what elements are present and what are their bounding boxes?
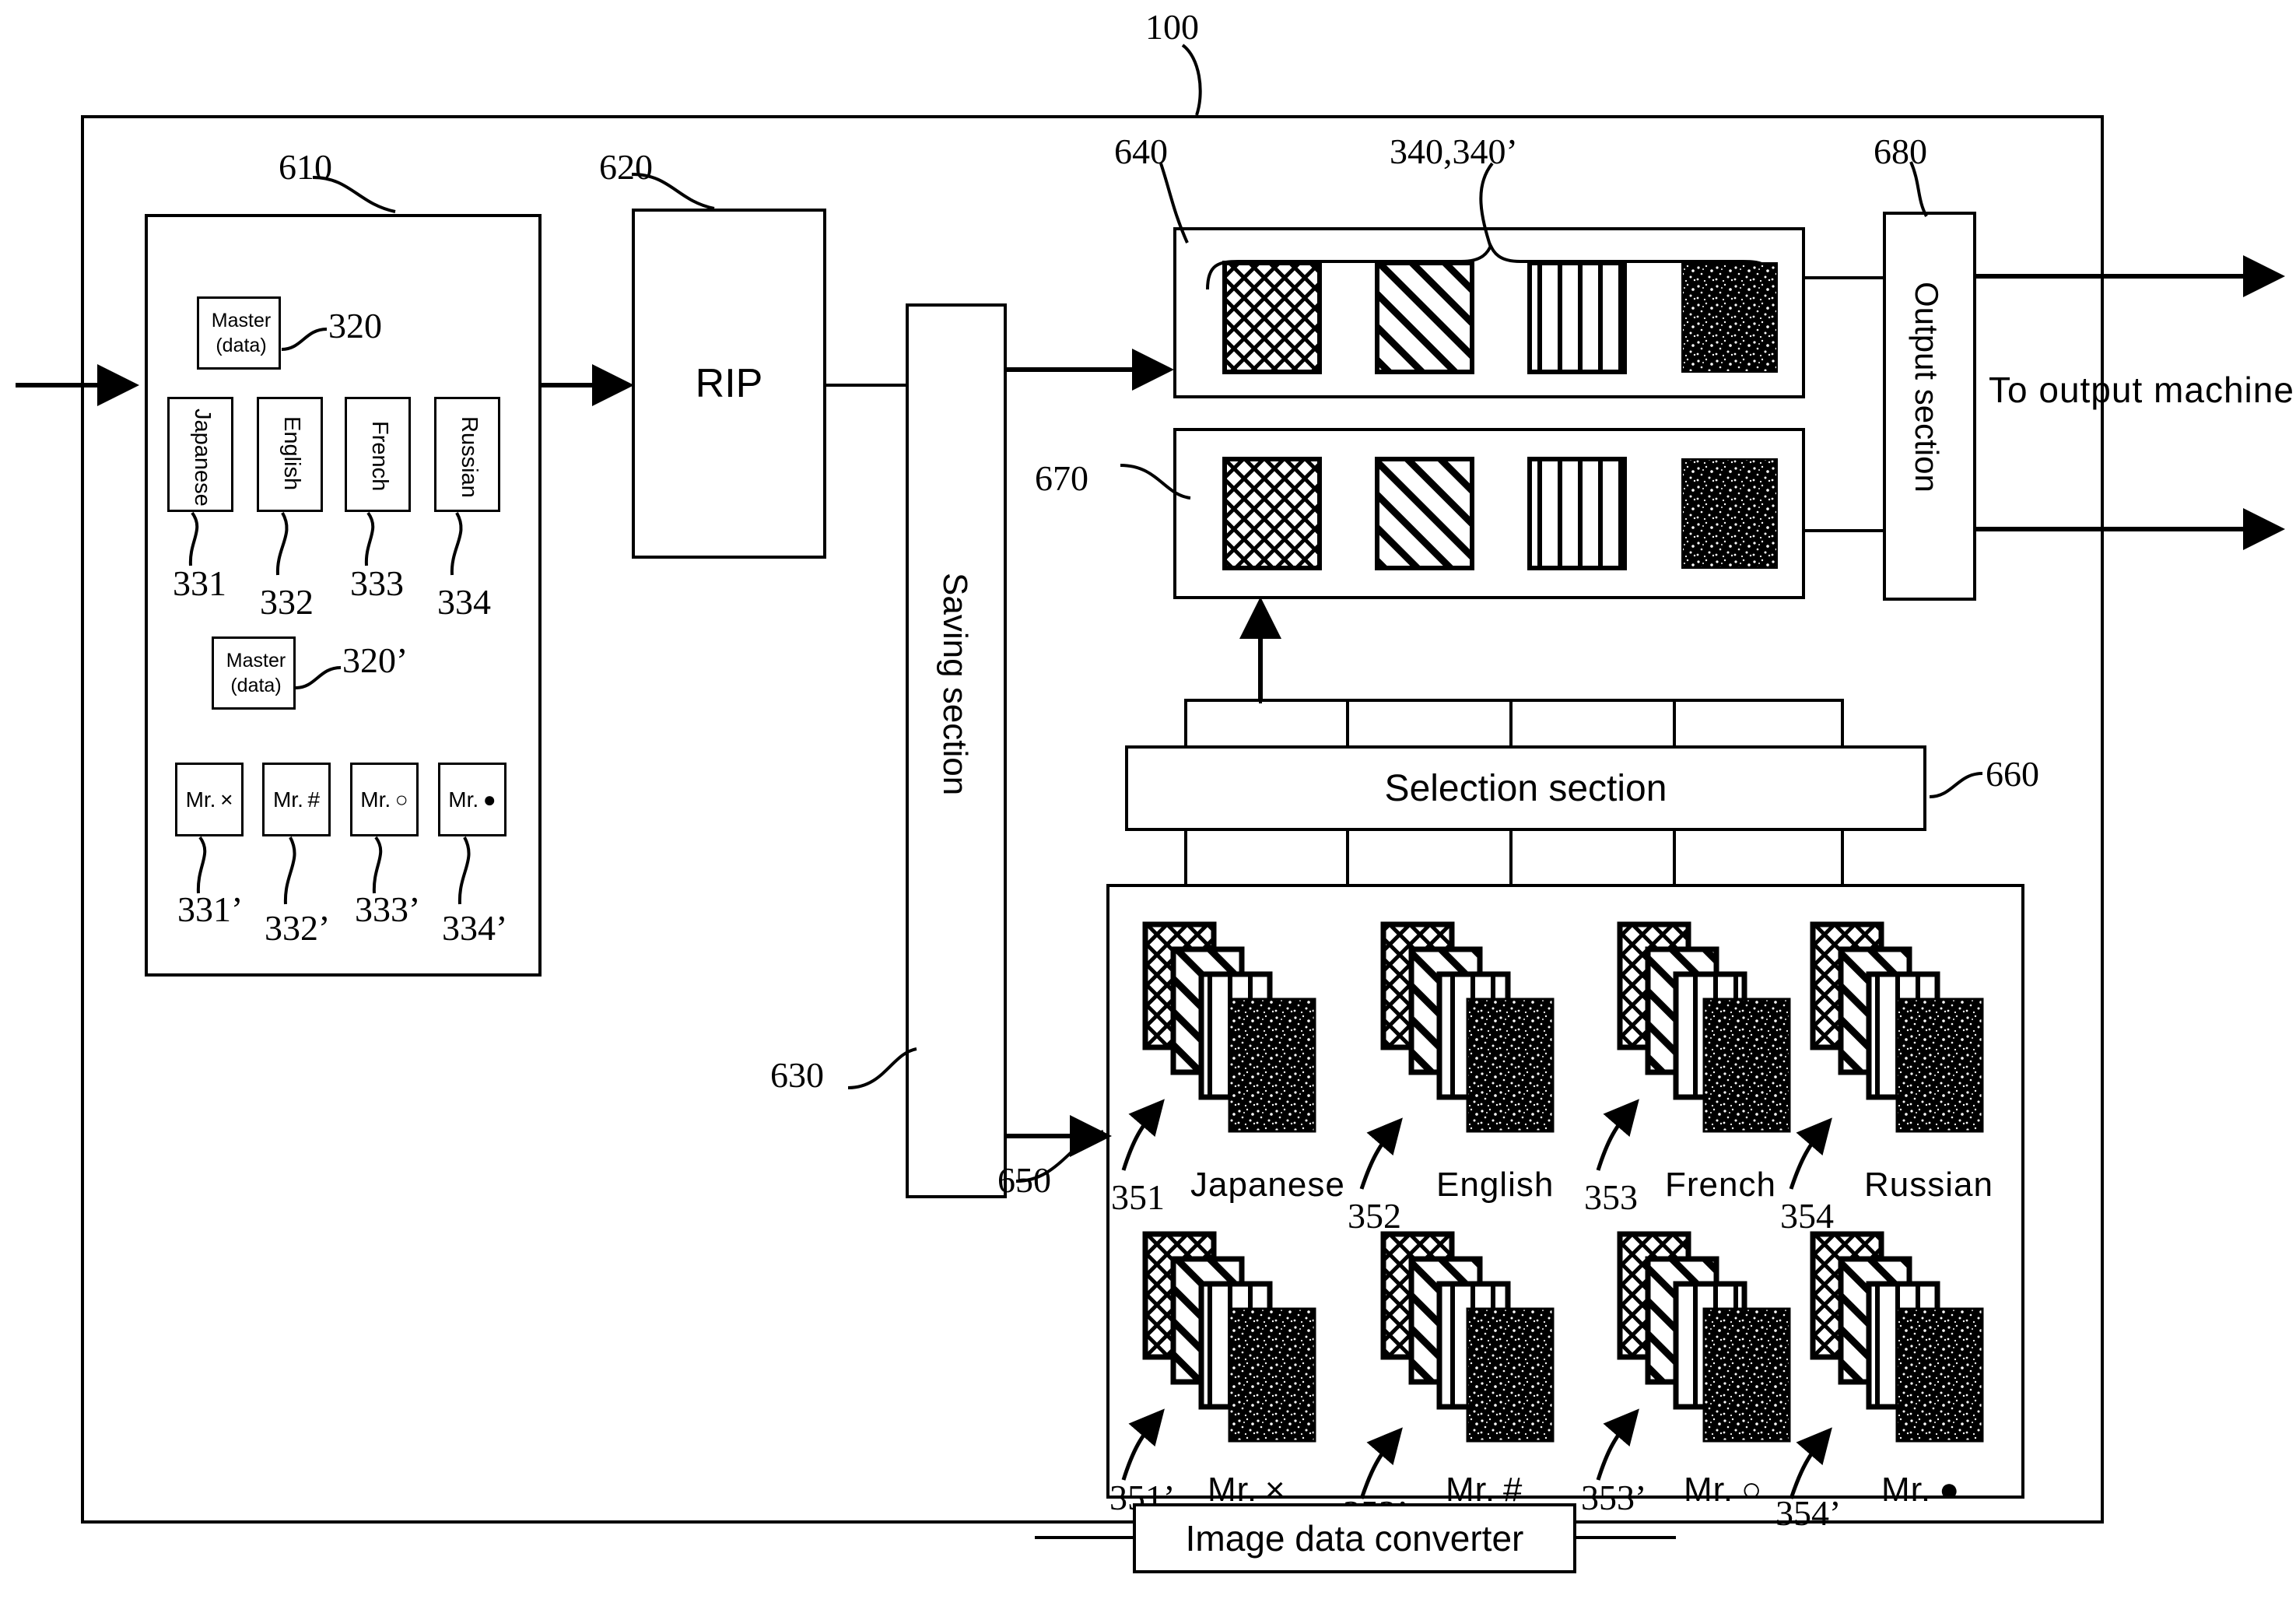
person-label-mr-hash: Mr. #	[272, 787, 321, 812]
arrow-saving-to-640	[1007, 349, 1174, 391]
master-data-320-prime: Master (data)	[212, 636, 296, 710]
ref-332: 332	[260, 582, 314, 622]
plates-640	[1222, 261, 1778, 374]
saving-section-label: Saving section	[936, 573, 974, 796]
person-box-mr-dot[interactable]: Mr. ●	[438, 763, 507, 836]
line-rip-to-saving	[826, 384, 907, 387]
ref-331-prime: 331’	[177, 889, 244, 929]
ref-320: 320	[328, 306, 382, 345]
master-label-line2: (data)	[216, 335, 267, 356]
line-converter-left	[1035, 1536, 1134, 1539]
ref-331: 331	[173, 563, 226, 603]
selection-feed-down-3	[1509, 829, 1513, 884]
ref-320-prime: 320’	[342, 640, 408, 680]
selection-feed-up-3	[1509, 699, 1513, 747]
ref-353-prime: 353’	[1581, 1478, 1647, 1517]
ref-100: 100	[1145, 7, 1199, 47]
language-label-english: English	[279, 416, 304, 491]
person-box-mr-x[interactable]: Mr. ×	[175, 763, 244, 836]
ref-660: 660	[1986, 754, 2039, 794]
person-box-mr-circle[interactable]: Mr. ○	[350, 763, 419, 836]
ref-610: 610	[279, 147, 332, 187]
selection-feed-down-1	[1184, 829, 1187, 884]
image-data-converter-label: Image data converter	[1185, 1518, 1524, 1559]
output-section-label: Output section	[1909, 282, 1945, 493]
person-label-mr-circle: Mr. ○	[360, 787, 408, 812]
master-label-line1: Master	[211, 310, 272, 331]
ref-334-prime: 334’	[442, 908, 508, 948]
ref-333-prime: 333’	[355, 889, 421, 929]
selection-feed-down-2	[1346, 829, 1349, 884]
selection-feed-up-2	[1346, 699, 1349, 747]
stack-group-mr-circle	[1617, 1231, 1791, 1443]
line-640-to-680	[1805, 276, 1884, 279]
plates-670	[1222, 457, 1778, 570]
leader-630	[847, 1047, 917, 1089]
rip-label: RIP	[695, 361, 763, 406]
ref-620: 620	[599, 147, 653, 187]
ref-354-prime: 354’	[1775, 1493, 1842, 1533]
selection-feed-up-1	[1184, 699, 1187, 747]
selection-manifold-top	[1184, 699, 1844, 702]
person-box-mr-hash[interactable]: Mr. #	[262, 763, 331, 836]
stack-group-english	[1380, 921, 1555, 1133]
ref-334: 334	[437, 582, 491, 622]
language-box-japanese[interactable]: Japanese	[167, 397, 233, 512]
ref-650: 650	[997, 1160, 1051, 1200]
ref-670: 670	[1035, 458, 1088, 498]
stack-group-japanese	[1142, 921, 1316, 1133]
stack-group-mr-dot	[1810, 1231, 1984, 1443]
stack-group-french	[1617, 921, 1791, 1133]
stack-group-russian	[1810, 921, 1984, 1133]
stacks-top-row	[1121, 921, 1984, 1190]
stack-label-mr-circle: Mr. ○	[1684, 1471, 1763, 1509]
stack-label-mr-dot: Mr. ●	[1881, 1471, 1961, 1509]
master-prime-label-line1: Master	[226, 650, 286, 672]
ref-640: 640	[1114, 131, 1168, 171]
language-box-russian[interactable]: Russian	[434, 397, 500, 512]
selection-section-label: Selection section	[1384, 767, 1667, 809]
selection-feed-down-5	[1841, 829, 1844, 884]
language-label-russian: Russian	[457, 416, 482, 498]
language-box-french[interactable]: French	[345, 397, 411, 512]
language-box-english[interactable]: English	[257, 397, 323, 512]
selection-feed-up-5	[1841, 699, 1844, 747]
stack-group-mr-x	[1142, 1231, 1316, 1443]
image-data-converter-box: Image data converter	[1133, 1503, 1576, 1573]
arrow-output-bottom	[1975, 508, 2285, 550]
stack-group-mr-hash	[1380, 1231, 1555, 1443]
line-670-feed	[1259, 689, 1262, 703]
master-prime-label-line2: (data)	[230, 675, 282, 696]
master-data-320: Master (data)	[197, 296, 281, 370]
selection-feed-up-4	[1673, 699, 1676, 747]
arrow-output-top	[1975, 255, 2285, 297]
language-label-french: French	[367, 421, 392, 492]
to-output-machine-label: To output machine	[1989, 370, 2294, 410]
arrow-input-to-610	[16, 364, 139, 406]
person-label-mr-x: Mr. ×	[185, 787, 233, 812]
language-label-japanese: Japanese	[190, 409, 215, 507]
line-670-to-680	[1805, 529, 1884, 532]
rip-block-620: RIP	[632, 209, 826, 559]
person-label-mr-dot: Mr. ●	[448, 787, 496, 812]
selection-section-label-wrap: Selection section	[1125, 745, 1926, 831]
leader-610	[312, 176, 396, 213]
ref-630: 630	[770, 1055, 824, 1095]
ref-333: 333	[350, 563, 404, 603]
selection-feed-down-4	[1673, 829, 1676, 884]
arrow-610-to-rip	[542, 364, 634, 406]
ref-340-340prime: 340,340’	[1390, 131, 1518, 171]
ref-680: 680	[1874, 131, 1927, 171]
ref-332-prime: 332’	[265, 908, 331, 948]
line-converter-right	[1575, 1536, 1676, 1539]
